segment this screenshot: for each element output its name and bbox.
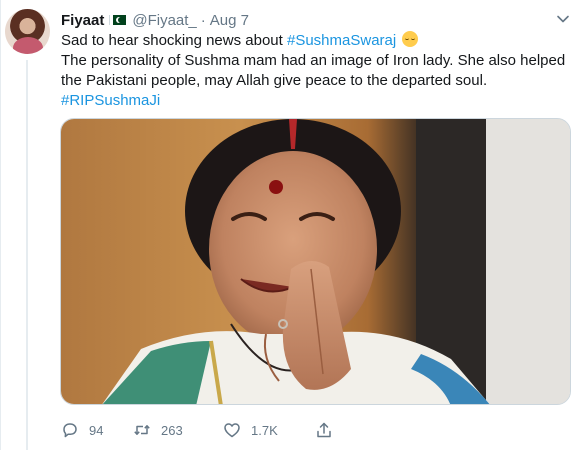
tweet-date[interactable]: Aug 7 bbox=[210, 12, 249, 29]
like-button[interactable]: 1.7K bbox=[223, 421, 311, 439]
separator: · bbox=[200, 11, 206, 29]
heart-icon bbox=[224, 423, 240, 438]
relieved-face-emoji bbox=[402, 31, 419, 47]
thread-line bbox=[26, 60, 28, 450]
reply-icon bbox=[63, 423, 77, 438]
avatar[interactable] bbox=[5, 9, 50, 54]
tweet-line-1: Sad to hear shocking news about #SushmaS… bbox=[61, 31, 571, 51]
tweet-line-2: The personality of Sushma mam had an ima… bbox=[61, 52, 566, 69]
tweet-line-1-text: Sad to hear shocking news about bbox=[61, 32, 287, 49]
reply-button[interactable]: 94 bbox=[61, 421, 123, 439]
photo-woman-namaste bbox=[61, 119, 570, 404]
reply-count: 94 bbox=[89, 422, 104, 438]
author-handle[interactable]: @Fiyaat_ bbox=[132, 12, 196, 29]
hashtag-ripsushmaji[interactable]: #RIPSushmaJi bbox=[61, 92, 160, 109]
tweet-line-4: #RIPSushmaJi bbox=[61, 91, 571, 111]
retweet-icon bbox=[134, 425, 150, 435]
tweet-text: Sad to hear shocking news about #SushmaS… bbox=[61, 31, 571, 111]
tweet-photo[interactable] bbox=[60, 118, 571, 405]
tweet-header: Fiyaat @Fiyaat_ · Aug 7 bbox=[61, 9, 249, 31]
share-button[interactable] bbox=[315, 421, 355, 439]
retweet-button[interactable]: 263 bbox=[133, 421, 223, 439]
pakistan-flag-icon bbox=[110, 15, 127, 25]
chevron-down-icon[interactable] bbox=[556, 12, 570, 26]
hashtag-sushmaswaraj[interactable]: #SushmaSwaraj bbox=[287, 32, 396, 49]
author-name[interactable]: Fiyaat bbox=[61, 12, 104, 29]
share-icon bbox=[317, 422, 331, 438]
like-count: 1.7K bbox=[251, 422, 278, 438]
tweet-actions: 94 263 1.7K bbox=[61, 419, 401, 441]
tweet-line-3: the Pakistani people, may Allah give pea… bbox=[61, 72, 488, 89]
tweet-card[interactable]: Fiyaat @Fiyaat_ · Aug 7 Sad to hear shoc… bbox=[0, 0, 578, 450]
retweet-count: 263 bbox=[161, 422, 183, 438]
